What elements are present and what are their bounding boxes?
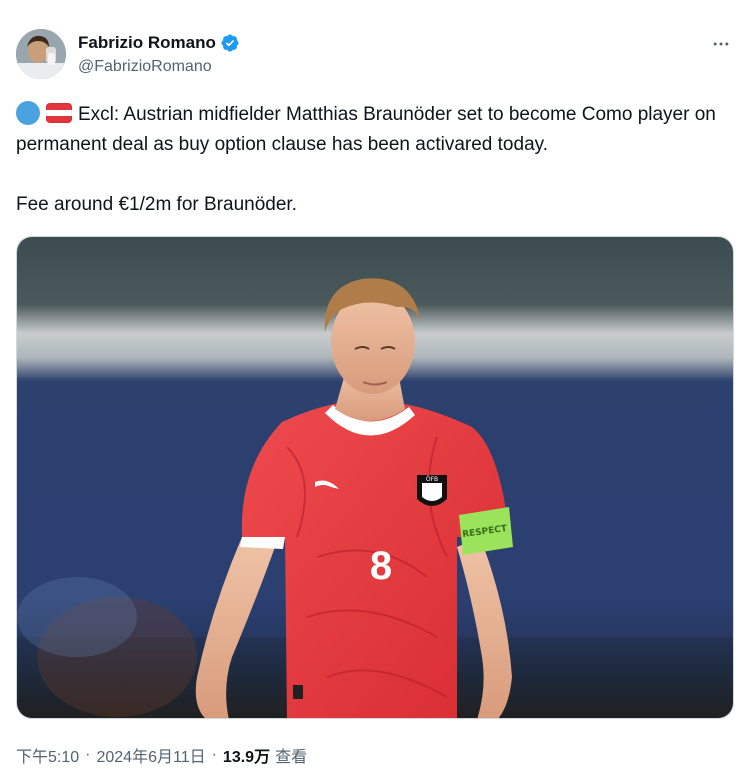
views-count: 13.9万 bbox=[222, 749, 271, 766]
author-handle[interactable]: @FabrizioRomano bbox=[78, 58, 240, 76]
tweet-paragraph-1: Excl: Austrian midfielder Matthias Braun… bbox=[16, 100, 740, 160]
avatar[interactable] bbox=[16, 29, 66, 79]
author-names: Fabrizio Romano @FabrizioRomano bbox=[78, 32, 240, 76]
display-name[interactable]: Fabrizio Romano bbox=[78, 33, 216, 53]
tweet-text: Excl: Austrian midfielder Matthias Braun… bbox=[16, 100, 740, 220]
meta-separator-2: · bbox=[211, 746, 217, 763]
tweet-line-1: Excl: Austrian midfielder Matthias Braun… bbox=[16, 104, 716, 155]
tweet-time[interactable]: 下午5:10 bbox=[16, 743, 79, 767]
tweet-photo[interactable]: ÖFB 8 RESPECT bbox=[16, 236, 734, 719]
verified-badge-icon bbox=[220, 33, 240, 53]
austria-flag-emoji bbox=[46, 103, 72, 123]
avatar-image bbox=[16, 29, 66, 79]
tweet-date[interactable]: 2024年6月11日 bbox=[96, 743, 205, 767]
blue-circle-emoji bbox=[16, 101, 40, 125]
player-photo: ÖFB 8 RESPECT bbox=[17, 237, 733, 718]
crest-text: ÖFB bbox=[426, 476, 438, 483]
meta-separator: · bbox=[85, 746, 91, 763]
tweet-header: Fabrizio Romano @FabrizioRomano bbox=[16, 29, 734, 81]
tweet-meta: 下午5:10 · 2024年6月11日 · 13.9万 查看 bbox=[16, 743, 307, 767]
shirt-number: 8 bbox=[370, 544, 392, 588]
views-label: 查看 bbox=[275, 749, 308, 766]
more-horizontal-icon[interactable] bbox=[708, 31, 734, 57]
tweet-paragraph-2: Fee around €1/2m for Braunöder. bbox=[16, 194, 297, 215]
